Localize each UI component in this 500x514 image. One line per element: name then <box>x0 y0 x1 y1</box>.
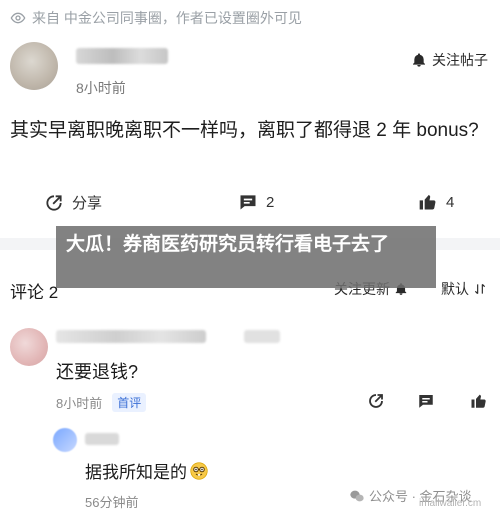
share-label: 分享 <box>72 195 103 212</box>
replier-avatar[interactable] <box>53 428 77 452</box>
comment-meta: 8小时前 首评 <box>56 393 147 412</box>
like-count: 4 <box>446 193 455 211</box>
commenter-avatar[interactable] <box>10 328 48 366</box>
reply-text-row: 据我所知是的 <box>85 458 208 483</box>
follow-post-label: 关注帖子 <box>432 52 488 68</box>
comment-button[interactable]: 2 <box>238 192 274 212</box>
comment-like-button[interactable] <box>470 392 488 412</box>
author-name-blurred[interactable] <box>76 48 168 64</box>
commenter-name-blurred[interactable] <box>56 330 206 343</box>
order-default-button[interactable]: 默认 <box>441 279 487 299</box>
comment-share-button[interactable] <box>367 392 385 412</box>
follow-post-button[interactable]: 关注帖子 <box>411 50 488 70</box>
post-action-bar: 分享 2 4 <box>0 192 500 218</box>
thumbs-up-icon <box>419 194 436 210</box>
replier-name-blurred[interactable] <box>85 433 119 445</box>
comment-reply-button[interactable] <box>417 392 435 412</box>
order-label: 默认 <box>441 281 469 297</box>
nerd-face-emoji-icon <box>190 461 208 480</box>
bell-icon <box>413 53 425 67</box>
visibility-notice: 来自 中金公司同事圈，作者已设置圈外可见 <box>10 8 302 28</box>
like-button[interactable]: 4 <box>418 192 454 212</box>
comment-icon <box>419 395 433 408</box>
post-time: 8小时前 <box>76 80 126 96</box>
share-icon <box>46 194 62 211</box>
thumbs-up-icon <box>471 394 486 408</box>
headline-banner: 大瓜！券商医药研究员转行看电子去了 <box>56 226 436 288</box>
notice-text: 来自 中金公司同事圈，作者已设置圈外可见 <box>32 10 302 26</box>
reply-time: 56分钟前 <box>85 495 139 510</box>
reply-text: 据我所知是的 <box>85 463 187 482</box>
sort-order-icon <box>474 283 486 295</box>
commenter-tag-blurred <box>244 330 280 343</box>
wechat-icon <box>350 490 364 501</box>
comment-text: 还要退钱? <box>56 362 139 382</box>
watermark-sub: imailwaller.cm <box>419 498 482 509</box>
comment-count: 2 <box>266 193 275 211</box>
comment-time: 8小时前 <box>56 396 103 411</box>
share-icon <box>369 394 383 408</box>
eye-icon <box>10 12 26 24</box>
post-body: 其实早离职晚离职不一样吗，离职了都得退 2 年 bonus? <box>10 120 479 141</box>
author-avatar[interactable] <box>10 42 58 90</box>
watermark: 公众号 · 金石杂谈 imailwaller.cm <box>349 486 481 509</box>
first-comment-badge: 首评 <box>112 393 147 412</box>
comments-title: 评论 2 <box>10 283 59 302</box>
share-button[interactable]: 分享 <box>44 192 102 213</box>
comment-icon <box>240 195 256 210</box>
